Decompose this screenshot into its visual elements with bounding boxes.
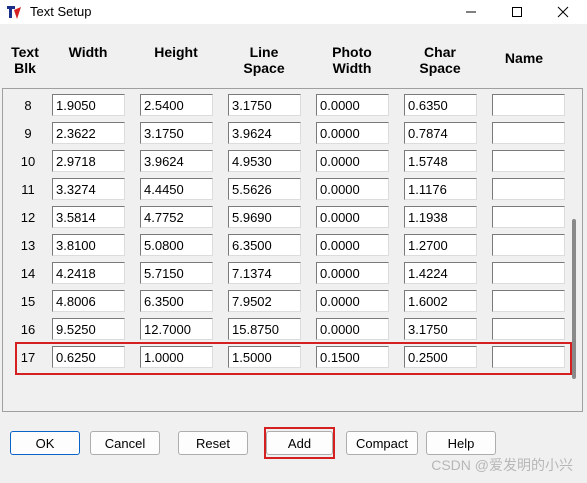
close-button[interactable] — [540, 0, 586, 24]
height-field[interactable] — [140, 94, 213, 116]
table-row: 10 — [3, 147, 565, 175]
title-bar[interactable]: Text Setup — [0, 0, 587, 24]
highlight-add-button — [264, 427, 335, 459]
line-space-field[interactable] — [228, 150, 301, 172]
header-name: Name — [504, 50, 544, 66]
name-field[interactable] — [492, 290, 565, 312]
compact-button[interactable]: Compact — [346, 431, 418, 455]
line-space-field[interactable] — [228, 122, 301, 144]
width-field[interactable] — [52, 178, 125, 200]
height-field[interactable] — [140, 234, 213, 256]
name-field[interactable] — [492, 206, 565, 228]
ok-button[interactable]: OK — [10, 431, 80, 455]
photo-width-field[interactable] — [316, 178, 389, 200]
photo-width-field[interactable] — [316, 94, 389, 116]
table-row: 15 — [3, 287, 565, 315]
width-field[interactable] — [52, 318, 125, 340]
width-field[interactable] — [52, 262, 125, 284]
close-icon — [557, 6, 569, 18]
char-space-field[interactable] — [404, 150, 477, 172]
line-space-field[interactable] — [228, 94, 301, 116]
char-space-field[interactable] — [404, 318, 477, 340]
row-number: 15 — [20, 294, 36, 309]
cancel-button[interactable]: Cancel — [90, 431, 160, 455]
width-field[interactable] — [52, 122, 125, 144]
line-space-field[interactable] — [228, 234, 301, 256]
scrollbar-thumb[interactable] — [572, 219, 576, 379]
row-number: 16 — [20, 322, 36, 337]
photo-width-field[interactable] — [316, 206, 389, 228]
app-icon — [6, 4, 22, 20]
table-row: 8 — [3, 91, 565, 119]
name-field[interactable] — [492, 150, 565, 172]
photo-width-field[interactable] — [316, 122, 389, 144]
header-photo-width: Photo Width — [332, 44, 372, 76]
line-space-field[interactable] — [228, 206, 301, 228]
char-space-field[interactable] — [404, 262, 477, 284]
reset-button[interactable]: Reset — [178, 431, 248, 455]
height-field[interactable] — [140, 206, 213, 228]
row-number: 11 — [21, 182, 35, 197]
name-field[interactable] — [492, 318, 565, 340]
watermark: CSDN @爱发明的小兴 — [431, 457, 573, 473]
char-space-field[interactable] — [404, 234, 477, 256]
char-space-field[interactable] — [404, 178, 477, 200]
photo-width-field[interactable] — [316, 318, 389, 340]
minimize-icon — [466, 11, 476, 13]
text-setup-dialog: Text Blk Width Height Line Space Photo Widt… — [0, 24, 587, 483]
line-space-field[interactable] — [228, 318, 301, 340]
table-row: 14 — [3, 259, 565, 287]
height-field[interactable] — [140, 318, 213, 340]
header-line-space: Line Space — [243, 44, 285, 76]
name-field[interactable] — [492, 234, 565, 256]
row-number: 10 — [20, 154, 36, 169]
line-space-field[interactable] — [228, 262, 301, 284]
photo-width-field[interactable] — [316, 234, 389, 256]
photo-width-field[interactable] — [316, 290, 389, 312]
width-field[interactable] — [52, 234, 125, 256]
name-field[interactable] — [492, 178, 565, 200]
height-field[interactable] — [140, 290, 213, 312]
table-row: 9 — [3, 119, 565, 147]
row-number: 14 — [20, 266, 36, 281]
height-field[interactable] — [140, 178, 213, 200]
height-field[interactable] — [140, 150, 213, 172]
header-width: Width — [68, 44, 108, 60]
window-title: Text Setup — [30, 4, 92, 19]
maximize-icon — [512, 7, 522, 17]
name-field[interactable] — [492, 94, 565, 116]
photo-width-field[interactable] — [316, 150, 389, 172]
header-height: Height — [154, 44, 198, 60]
table-row: 13 — [3, 231, 565, 259]
name-field[interactable] — [492, 262, 565, 284]
header-char-space: Char Space — [419, 44, 461, 76]
height-field[interactable] — [140, 122, 213, 144]
width-field[interactable] — [52, 290, 125, 312]
row-number: 13 — [20, 238, 36, 253]
table-row: 12 — [3, 203, 565, 231]
help-button[interactable]: Help — [426, 431, 496, 455]
line-space-field[interactable] — [228, 290, 301, 312]
char-space-field[interactable] — [404, 94, 477, 116]
char-space-field[interactable] — [404, 206, 477, 228]
width-field[interactable] — [52, 94, 125, 116]
width-field[interactable] — [52, 150, 125, 172]
highlight-row-17 — [15, 342, 572, 375]
line-space-field[interactable] — [228, 178, 301, 200]
char-space-field[interactable] — [404, 122, 477, 144]
row-number: 9 — [24, 126, 32, 141]
row-number: 8 — [24, 98, 32, 113]
photo-width-field[interactable] — [316, 262, 389, 284]
maximize-button[interactable] — [494, 0, 540, 24]
char-space-field[interactable] — [404, 290, 477, 312]
table-row: 16 — [3, 315, 565, 343]
table-row: 11 — [3, 175, 565, 203]
name-field[interactable] — [492, 122, 565, 144]
height-field[interactable] — [140, 262, 213, 284]
width-field[interactable] — [52, 206, 125, 228]
row-number: 12 — [20, 210, 36, 225]
minimize-button[interactable] — [448, 0, 494, 24]
